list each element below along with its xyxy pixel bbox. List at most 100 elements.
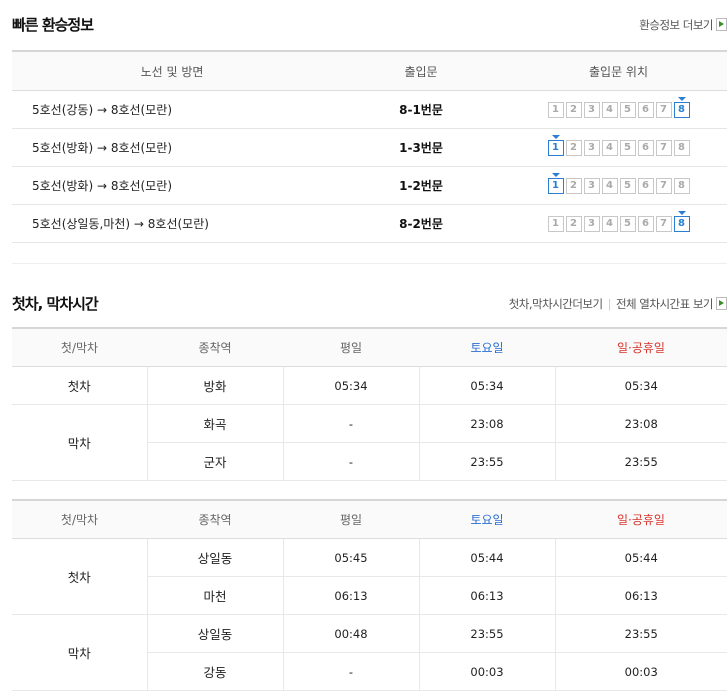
saturday-time: 05:34 <box>418 366 555 405</box>
holiday-time: 23:08 <box>554 404 727 443</box>
car-box: 7 <box>655 102 672 118</box>
exit-cell: 1-2번문 <box>332 166 510 205</box>
route-cell: 5호선(상일동,마천) → 8호선(모란) <box>12 204 332 243</box>
saturday-time: 05:44 <box>418 538 555 577</box>
car-diagram: 12345678 <box>547 173 690 194</box>
car-diagram: 12345678 <box>547 135 690 156</box>
first-train-label: 첫차 <box>12 538 147 615</box>
terminal-cell: 방화 <box>146 366 283 405</box>
route-cell: 5호선(강동) → 8호선(모란) <box>12 90 332 129</box>
car-box: 3 <box>583 216 600 232</box>
holiday-time: 06:13 <box>554 576 727 615</box>
timetable-header: 첫차, 막차시간 첫차,막차시간더보기 | 전체 열차시간표 보기 <box>12 293 727 317</box>
position-cell: 12345678 <box>510 166 727 205</box>
car-box: 7 <box>655 140 672 156</box>
saturday-time: 00:03 <box>418 652 555 691</box>
transfer-more-link[interactable]: 환승정보 더보기 <box>639 17 727 33</box>
table-row: 5호선(상일동,마천) → 8호선(모란) 8-2번문 1 2 3 4 5 6 7 8 <box>12 204 727 243</box>
saturday-time: 06:13 <box>418 576 555 615</box>
terminal-cell: 화곡 <box>146 404 283 443</box>
terminal-cell: 군자 <box>146 442 283 481</box>
table-row: 첫차 상일동 05:45 05:44 05:44 <box>12 538 727 615</box>
car-box: 1 <box>547 102 564 118</box>
position-cell: 12345678 <box>510 204 727 243</box>
route-cell: 5호선(방화) → 8호선(모란) <box>12 166 332 205</box>
col-kind: 첫/막차 <box>12 500 147 539</box>
holiday-time: 23:55 <box>554 614 727 653</box>
car-box: 2 <box>565 178 582 194</box>
terminal-cell: 상일동 <box>146 538 283 577</box>
col-holiday: 일·공휴일 <box>555 328 727 367</box>
car-box: 4 <box>601 102 618 118</box>
car-box: 5 <box>619 216 636 232</box>
col-saturday: 토요일 <box>419 328 555 367</box>
car-box-active: 8 <box>673 211 690 232</box>
car-box: 7 <box>655 178 672 194</box>
last-train-label: 막차 <box>12 614 147 691</box>
terminal-cell: 강동 <box>146 652 283 691</box>
holiday-time: 23:55 <box>554 442 727 481</box>
terminal-cell: 상일동 <box>146 614 283 653</box>
route-cell: 5호선(방화) → 8호선(모란) <box>12 128 332 167</box>
first-train-label: 첫차 <box>12 366 147 405</box>
table-row: 5호선(방화) → 8호선(모란) 1-3번문 1 2 3 4 5 6 7 8 <box>12 128 727 167</box>
table-row: 5호선(강동) → 8호선(모란) 8-1번문 1 2 3 4 5 6 7 8 <box>12 90 727 129</box>
timetable-table-2: 첫/막차 종착역 평일 토요일 일·공휴일 첫차 상일동 05:45 05:44 05:… <box>12 499 727 691</box>
car-box: 3 <box>583 140 600 156</box>
weekday-time: - <box>282 652 419 691</box>
saturday-time: 23:55 <box>418 442 555 481</box>
car-box: 3 <box>583 178 600 194</box>
position-cell: 12345678 <box>510 128 727 167</box>
timetable-links: 첫차,막차시간더보기 | 전체 열차시간표 보기 <box>509 296 727 312</box>
col-weekday: 평일 <box>283 328 419 367</box>
car-box: 5 <box>619 140 636 156</box>
arrow-right-icon[interactable] <box>716 18 727 31</box>
car-box: 4 <box>601 178 618 194</box>
col-terminal: 종착역 <box>147 500 283 539</box>
table-row: 막차 화곡 -23:08 23:08 <box>12 404 727 481</box>
link-separator: | <box>607 297 612 311</box>
transfer-more-label[interactable]: 환승정보 더보기 <box>639 18 713 32</box>
car-box: 6 <box>637 140 654 156</box>
timetable-title: 첫차, 막차시간 <box>12 295 99 313</box>
exit-cell: 8-1번문 <box>332 90 510 129</box>
col-holiday: 일·공휴일 <box>555 500 727 539</box>
saturday-time: 23:55 <box>418 614 555 653</box>
col-position: 출입문 위치 <box>510 51 727 91</box>
first-last-more-link[interactable]: 첫차,막차시간더보기 <box>509 297 603 311</box>
weekday-time: 05:45 <box>282 538 419 577</box>
full-timetable-link[interactable]: 전체 열차시간표 보기 <box>616 297 714 311</box>
transfer-table: 노선 및 방면 출입문 출입문 위치 5호선(강동) → 8호선(모란) 8-1번… <box>12 50 727 243</box>
car-box: 2 <box>565 216 582 232</box>
car-box-active: 8 <box>673 97 690 118</box>
car-box: 6 <box>637 102 654 118</box>
col-saturday: 토요일 <box>419 500 555 539</box>
exit-cell: 8-2번문 <box>332 204 510 243</box>
weekday-time: 06:13 <box>282 576 419 615</box>
holiday-time: 05:34 <box>554 366 727 405</box>
car-box: 5 <box>619 102 636 118</box>
table-row: 첫차 방화 05:34 05:34 05:34 <box>12 366 727 405</box>
weekday-time: 05:34 <box>282 366 419 405</box>
car-box: 2 <box>565 102 582 118</box>
terminal-cell: 마천 <box>146 576 283 615</box>
car-box: 8 <box>673 140 690 156</box>
col-terminal: 종착역 <box>147 328 283 367</box>
position-cell: 12345678 <box>510 90 727 129</box>
arrow-right-icon[interactable] <box>716 297 727 310</box>
car-box: 6 <box>637 216 654 232</box>
holiday-time: 05:44 <box>554 538 727 577</box>
timetable-table-1: 첫/막차 종착역 평일 토요일 일·공휴일 첫차 방화 05:34 05:34 05:3… <box>12 327 727 481</box>
holiday-time: 00:03 <box>554 652 727 691</box>
section-divider <box>12 263 727 264</box>
car-box: 4 <box>601 216 618 232</box>
car-box: 8 <box>673 178 690 194</box>
col-exit: 출입문 <box>332 51 510 91</box>
car-box: 6 <box>637 178 654 194</box>
car-box: 4 <box>601 140 618 156</box>
car-box-active: 1 <box>547 135 564 156</box>
car-box: 5 <box>619 178 636 194</box>
car-box: 1 <box>547 216 564 232</box>
weekday-time: - <box>282 404 419 443</box>
car-diagram: 12345678 <box>547 97 690 118</box>
